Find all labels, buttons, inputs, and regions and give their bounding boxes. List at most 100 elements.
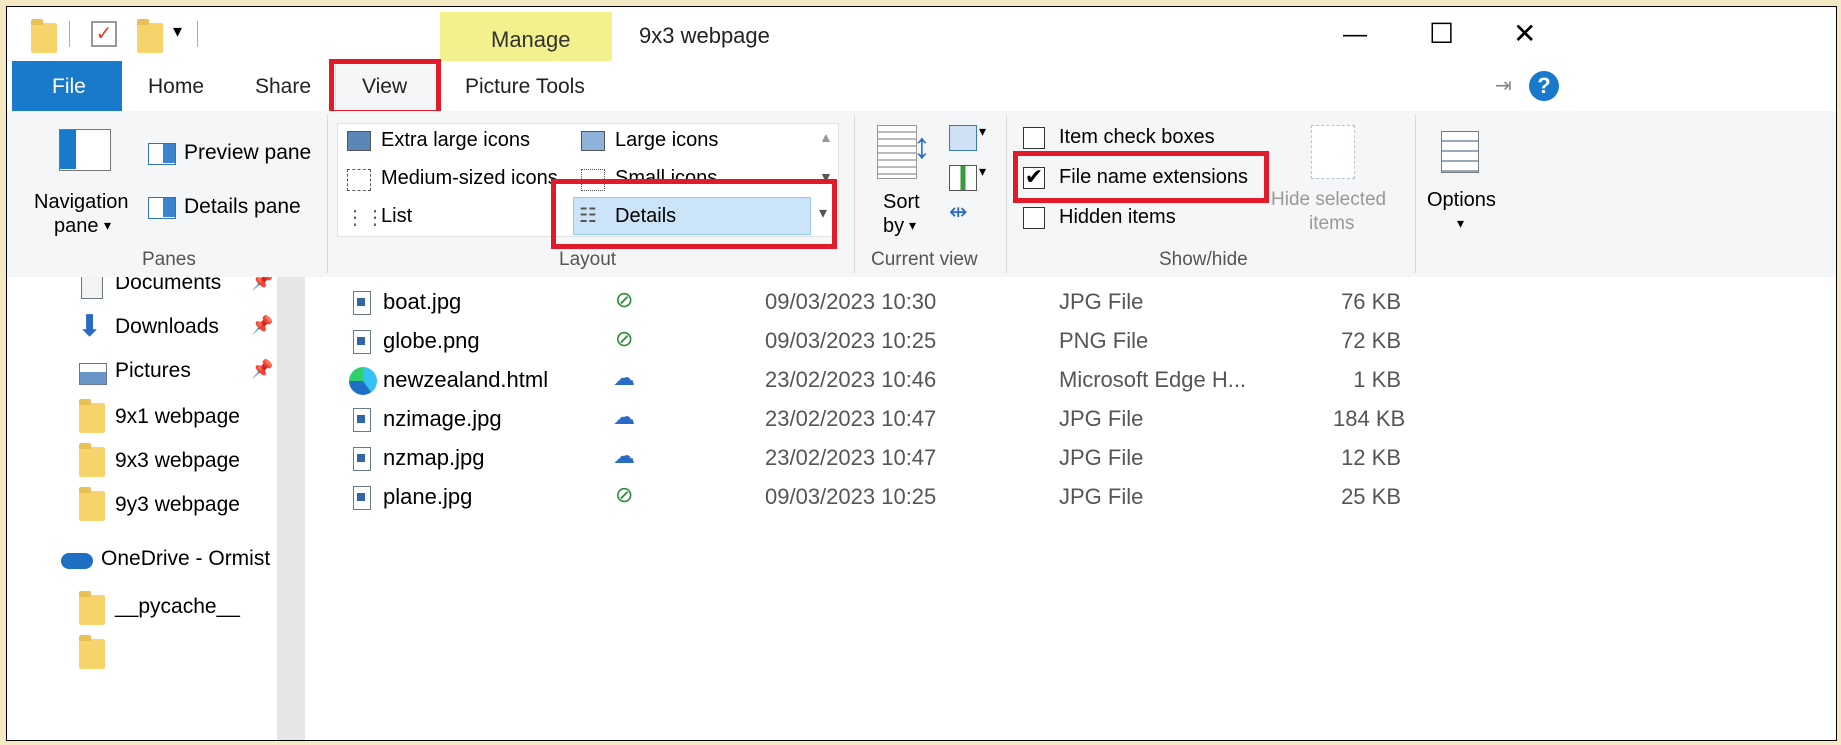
nav-item-partial[interactable] xyxy=(7,633,307,673)
details-pane-button[interactable]: Details pane xyxy=(184,195,301,219)
file-date: 09/03/2023 10:25 xyxy=(765,484,937,509)
folder-icon xyxy=(79,487,105,521)
group-by-dropdown-icon[interactable]: ▾ xyxy=(979,123,986,140)
folder-icon[interactable] xyxy=(31,19,57,53)
panes-group-label: Panes xyxy=(142,249,196,270)
tab-share[interactable]: Share xyxy=(255,75,311,99)
synced-icon: ⊘ xyxy=(615,287,634,312)
folder-icon xyxy=(79,591,105,625)
pin-icon[interactable]: 📌 xyxy=(251,315,273,336)
group-separator xyxy=(854,115,855,273)
nav-item-9y3-webpage[interactable]: 9y3 webpage xyxy=(7,485,307,525)
nav-item-label: Downloads xyxy=(115,315,219,338)
nav-item-label: 9x3 webpage xyxy=(115,449,240,472)
details-pane-icon-fill xyxy=(163,198,175,217)
navigation-pane-button-line2[interactable]: pane xyxy=(54,215,99,238)
file-name: nzimage.jpg xyxy=(383,406,502,431)
file-type: JPG File xyxy=(1059,289,1144,314)
nav-item-documents[interactable]: Documents 📌 xyxy=(7,277,307,305)
layout-extra-large-icons[interactable]: Extra large icons xyxy=(381,129,530,152)
nav-item-pictures[interactable]: Pictures 📌 xyxy=(7,353,307,393)
nav-item-onedrive[interactable]: OneDrive - Ormist xyxy=(7,541,307,581)
nav-item-9x1-webpage[interactable]: 9x1 webpage xyxy=(7,397,307,437)
preview-pane-icon xyxy=(148,143,176,165)
pin-ribbon-icon[interactable]: ⇥ xyxy=(1495,73,1512,98)
layout-scroll-up-icon[interactable]: ▲ xyxy=(819,129,833,145)
sort-by-button-line1[interactable]: Sort xyxy=(883,191,920,214)
options-icon xyxy=(1441,131,1479,173)
cloud-icon: ☁ xyxy=(613,443,635,468)
file-row[interactable]: boat.jpg ⊘ 09/03/2023 10:30 JPG File 76 … xyxy=(307,283,1807,323)
size-columns-icon[interactable]: ⇹ xyxy=(949,199,967,225)
image-file-icon xyxy=(353,447,371,471)
ribbon-tab-bar: File Home Share View Picture Tools ⇥ ? xyxy=(7,59,1836,115)
folder-icon xyxy=(79,399,105,433)
item-check-boxes-label[interactable]: Item check boxes xyxy=(1059,126,1215,149)
navigation-pane-icon[interactable] xyxy=(59,129,111,171)
pin-icon[interactable]: 📌 xyxy=(251,359,273,380)
explorer-window: ✓ ▾ Manage 9x3 webpage — ☐ ✕ File Home S… xyxy=(6,6,1837,741)
file-type: PNG File xyxy=(1059,328,1149,353)
file-row[interactable]: nzmap.jpg ☁ 23/02/2023 10:47 JPG File 12… xyxy=(307,439,1807,479)
file-row[interactable]: plane.jpg ⊘ 09/03/2023 10:25 JPG File 25… xyxy=(307,478,1807,518)
current-view-group-label: Current view xyxy=(871,249,978,270)
folder-icon xyxy=(79,635,105,669)
new-folder-icon[interactable] xyxy=(137,19,163,53)
view-tab-highlight xyxy=(329,59,441,115)
layout-list[interactable]: List xyxy=(381,205,412,228)
file-row[interactable]: newzealand.html ☁ 23/02/2023 10:46 Micro… xyxy=(307,361,1807,401)
add-columns-icon[interactable] xyxy=(949,165,977,191)
file-name: newzealand.html xyxy=(383,367,549,392)
nav-item-label: Pictures xyxy=(115,359,191,382)
file-date: 23/02/2023 10:47 xyxy=(765,445,937,470)
layout-group-label: Layout xyxy=(559,249,617,270)
navigation-pane-scrollbar[interactable] xyxy=(277,277,305,740)
file-size: 72 KB xyxy=(1341,328,1401,353)
hidden-items-checkbox[interactable] xyxy=(1023,207,1045,229)
navigation-pane-dropdown-icon[interactable]: ▾ xyxy=(104,217,111,234)
navigation-pane-button-line1[interactable]: Navigation xyxy=(34,191,129,214)
file-row[interactable]: globe.png ⊘ 09/03/2023 10:25 PNG File 72… xyxy=(307,322,1807,362)
preview-pane-button[interactable]: Preview pane xyxy=(184,141,311,165)
tab-home[interactable]: Home xyxy=(148,75,204,99)
file-list: boat.jpg ⊘ 09/03/2023 10:30 JPG File 76 … xyxy=(307,277,1836,740)
file-date: 09/03/2023 10:30 xyxy=(765,289,937,314)
minimize-button[interactable]: — xyxy=(1343,21,1367,49)
hide-selected-items-line1: Hide selected xyxy=(1271,189,1387,210)
file-name: boat.jpg xyxy=(383,289,462,314)
pin-icon[interactable]: 📌 xyxy=(251,277,273,292)
sort-by-button-line2[interactable]: by xyxy=(883,215,904,238)
nav-item-9x3-webpage[interactable]: 9x3 webpage xyxy=(7,441,307,481)
file-size: 184 KB xyxy=(1333,406,1406,431)
layout-large-icons[interactable]: Large icons xyxy=(615,129,718,152)
item-check-boxes-checkbox[interactable] xyxy=(1023,127,1045,149)
pictures-icon xyxy=(79,363,107,385)
sort-by-dropdown-icon[interactable]: ▾ xyxy=(909,217,916,234)
hide-selected-items-line2: items xyxy=(1309,213,1355,234)
navigation-pane: Documents 📌 ⬇ Downloads 📌 Pictures 📌 9x1… xyxy=(7,277,307,740)
tab-picture-tools[interactable]: Picture Tools xyxy=(465,75,585,99)
close-button[interactable]: ✕ xyxy=(1513,17,1536,50)
add-columns-dropdown-icon[interactable]: ▾ xyxy=(979,163,986,180)
group-by-icon[interactable] xyxy=(949,125,977,151)
quick-access-toolbar: ✓ ▾ Manage 9x3 webpage — ☐ ✕ xyxy=(7,7,1836,62)
nav-item-label: 9y3 webpage xyxy=(115,493,240,516)
tab-file-label: File xyxy=(52,75,86,98)
large-icons-icon xyxy=(581,131,605,151)
properties-icon[interactable]: ✓ xyxy=(91,21,117,47)
nav-item-label: Documents xyxy=(115,277,222,294)
customize-toolbar-icon[interactable]: ▾ xyxy=(173,21,182,42)
help-icon[interactable]: ? xyxy=(1529,71,1559,101)
file-name: globe.png xyxy=(383,328,480,353)
options-button[interactable]: Options xyxy=(1427,189,1496,212)
file-row[interactable]: nzimage.jpg ☁ 23/02/2023 10:47 JPG File … xyxy=(307,400,1807,440)
nav-item-pycache[interactable]: __pycache__ xyxy=(7,589,307,629)
maximize-button[interactable]: ☐ xyxy=(1429,17,1454,50)
options-dropdown-icon[interactable]: ▾ xyxy=(1457,215,1464,232)
synced-icon: ⊘ xyxy=(615,482,634,507)
nav-item-downloads[interactable]: ⬇ Downloads 📌 xyxy=(7,309,307,349)
file-type: Microsoft Edge H... xyxy=(1059,367,1247,392)
layout-medium-icons[interactable]: Medium-sized icons xyxy=(381,167,558,190)
nav-item-label: OneDrive - Ormist xyxy=(101,547,271,570)
hidden-items-label[interactable]: Hidden items xyxy=(1059,206,1176,229)
